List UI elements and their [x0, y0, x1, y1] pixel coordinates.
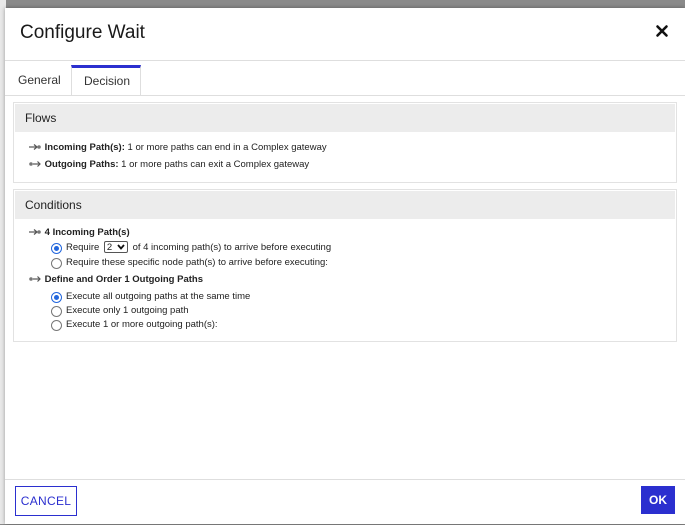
chevron-down-icon — [117, 244, 125, 251]
incoming-arrow-icon — [29, 229, 41, 236]
radio-require-count[interactable] — [51, 243, 62, 254]
execute-one-label: Execute only 1 outgoing path — [66, 305, 189, 316]
ok-button[interactable]: OK — [641, 486, 675, 514]
cancel-button[interactable]: CANCEL — [15, 486, 77, 516]
radio-require-specific[interactable] — [51, 258, 62, 269]
radio-execute-all[interactable] — [51, 292, 62, 303]
radio-execute-some[interactable] — [51, 320, 62, 331]
outgoing-title-row: Define and Order 1 Outgoing Paths — [29, 273, 203, 286]
outgoing-title: Define and Order 1 Outgoing Paths — [44, 274, 203, 285]
radio-execute-one[interactable] — [51, 306, 62, 317]
outgoing-arrow-icon — [29, 276, 41, 283]
require-prefix: Require — [66, 242, 100, 253]
incoming-paths-row: Incoming Path(s): 1 or more paths can en… — [29, 141, 327, 154]
incoming-arrow-icon — [29, 144, 41, 151]
require-suffix: of 4 incoming path(s) to arrive before e… — [132, 242, 332, 253]
require-specific-label: Require these specific node path(s) to a… — [66, 257, 328, 268]
execute-all-label: Execute all outgoing paths at the same t… — [66, 291, 251, 302]
incoming-paths-label: Incoming Path(s): — [44, 142, 125, 153]
require-count-row: Require 2 of 4 incoming path(s) to arriv… — [66, 241, 331, 254]
incoming-title: 4 Incoming Path(s) — [44, 227, 130, 238]
conditions-header: Conditions — [15, 191, 675, 219]
incoming-paths-text: 1 or more paths can end in a Complex gat… — [127, 142, 327, 153]
outgoing-paths-label: Outgoing Paths: — [44, 159, 119, 170]
flows-panel: Flows Incoming Path(s): 1 or more paths … — [13, 102, 677, 183]
incoming-title-row: 4 Incoming Path(s) — [29, 226, 130, 239]
outgoing-paths-text: 1 or more paths can exit a Complex gatew… — [121, 159, 310, 170]
close-icon[interactable] — [655, 24, 669, 38]
tab-general[interactable]: General — [6, 65, 73, 94]
outgoing-arrow-icon — [29, 161, 41, 168]
dialog-title: Configure Wait — [20, 22, 145, 43]
tab-decision[interactable]: Decision — [71, 65, 141, 95]
required-paths-select[interactable]: 2 — [103, 241, 128, 254]
tab-bar: General Decision — [5, 60, 685, 96]
dialog-footer: CANCEL OK — [5, 479, 685, 525]
conditions-panel: Conditions 4 Incoming Path(s) Require 2 … — [13, 189, 677, 342]
required-paths-value: 2 — [106, 242, 113, 254]
dialog-header: Configure Wait — [5, 8, 685, 61]
flows-header: Flows — [15, 104, 675, 132]
configure-wait-dialog: Configure Wait General Decision Flows In… — [5, 8, 685, 524]
outgoing-paths-row: Outgoing Paths: 1 or more paths can exit… — [29, 158, 309, 171]
execute-some-label: Execute 1 or more outgoing path(s): — [66, 319, 218, 330]
